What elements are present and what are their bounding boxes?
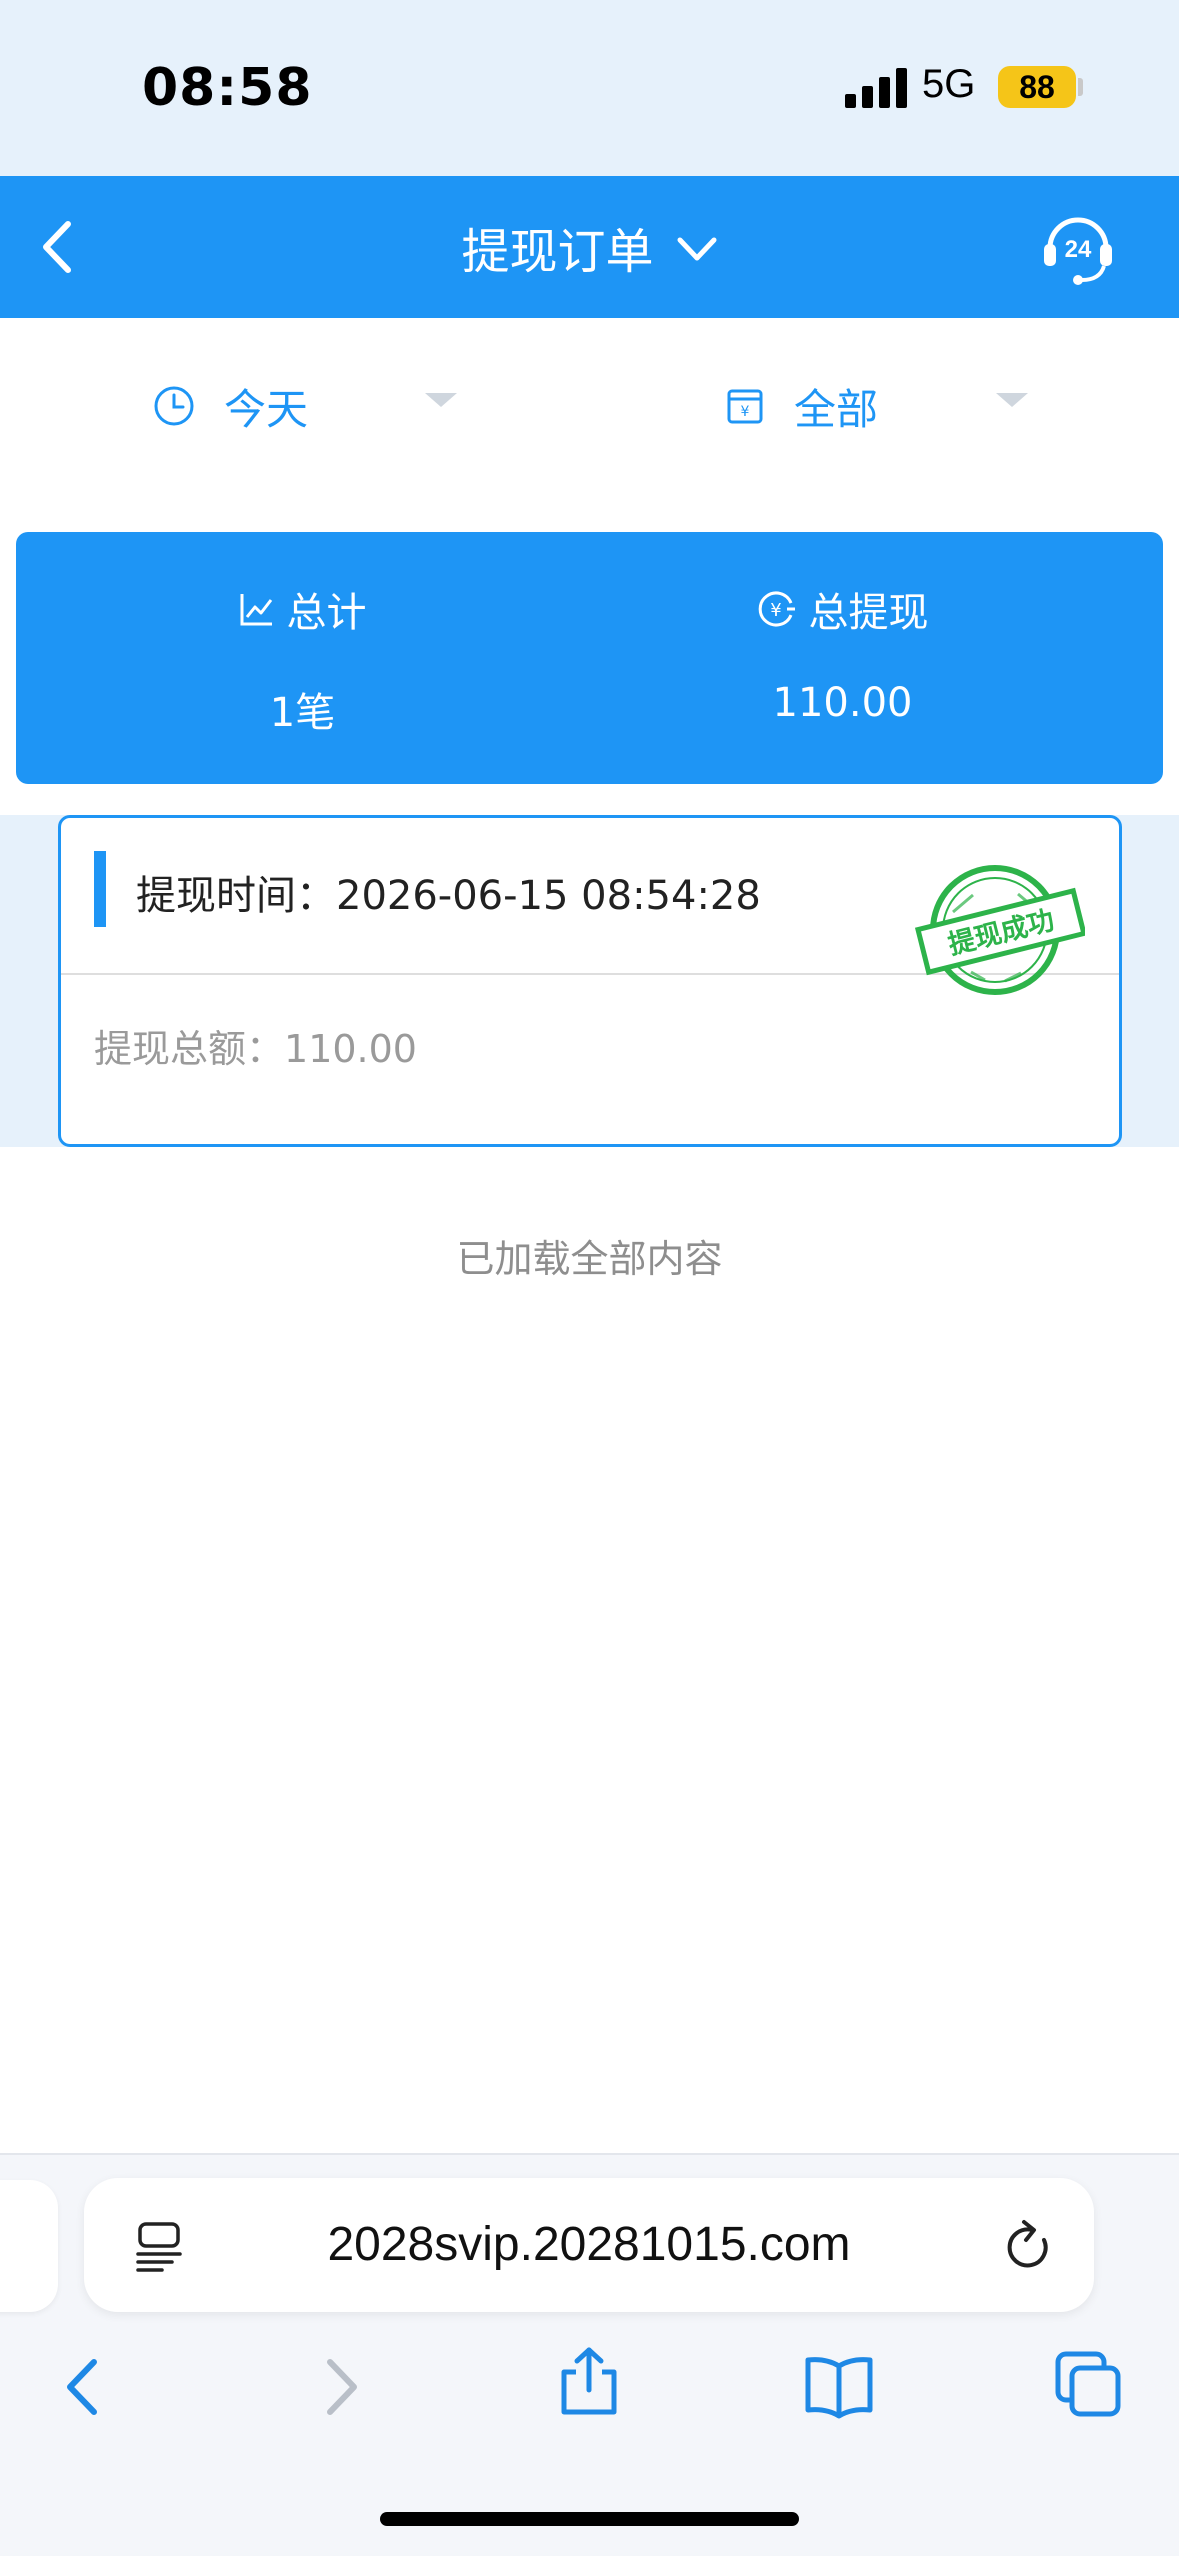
address-bar[interactable]: 2028svip.20281015.com — [84, 2178, 1094, 2312]
battery-icon: 88 — [998, 66, 1076, 108]
back-icon[interactable] — [50, 2352, 120, 2422]
order-amount: 提现总额：110.00 — [94, 1027, 417, 1071]
share-icon[interactable] — [554, 2346, 624, 2416]
summary-count: 总计 1笔 — [16, 532, 589, 784]
url-text[interactable]: 2028svip.20281015.com — [84, 2178, 1094, 2312]
yuan-circle-icon: ¥ — [758, 591, 795, 627]
line-chart-icon — [240, 594, 272, 626]
cellular-signal-icon — [845, 68, 907, 108]
date-filter[interactable]: 今天 — [152, 366, 308, 446]
calendar-icon: ¥ — [727, 389, 763, 424]
title-dropdown[interactable]: 提现订单 — [0, 176, 1179, 318]
type-filter-label: 全部 — [794, 384, 879, 434]
support-badge: 24 — [1065, 236, 1092, 263]
date-filter-caret-icon[interactable] — [425, 393, 457, 407]
network-type: 5G — [922, 62, 976, 106]
page-menu-icon[interactable] — [134, 2220, 184, 2272]
battery-tip — [1078, 78, 1083, 96]
summary-total: ¥ 总提现 110.00 — [556, 532, 1129, 784]
page-title: 提现订单 — [461, 224, 654, 280]
home-indicator — [380, 2512, 799, 2526]
success-stamp-icon: 提现成功 — [914, 865, 1085, 995]
type-filter[interactable]: ¥ 全部 — [724, 366, 878, 446]
status-time: 08:58 — [142, 58, 313, 118]
summary-card: 总计 1笔 ¥ 总提现 110.00 — [16, 532, 1163, 784]
chevron-down-icon — [677, 237, 716, 261]
previous-tab-preview[interactable] — [0, 2180, 58, 2312]
svg-text:¥: ¥ — [741, 404, 750, 420]
reload-icon[interactable] — [1002, 2218, 1056, 2274]
headset-24-icon[interactable]: 24 — [1040, 210, 1116, 286]
tabs-icon[interactable] — [1054, 2350, 1124, 2420]
clock-icon — [154, 386, 194, 426]
order-time: 提现时间：2026-06-15 08:54:28 — [136, 873, 761, 919]
svg-text:¥: ¥ — [770, 600, 781, 621]
card-accent-bar — [94, 851, 106, 927]
summary-count-label: 总计 — [286, 590, 367, 636]
type-filter-caret-icon[interactable] — [996, 393, 1028, 407]
summary-total-value: 110.00 — [772, 680, 913, 726]
forward-icon[interactable] — [304, 2352, 374, 2422]
date-filter-label: 今天 — [224, 384, 309, 434]
order-card[interactable]: 提现时间：2026-06-15 08:54:28 提现总额：110.00 提现成… — [58, 815, 1122, 1147]
bookmarks-icon[interactable] — [804, 2352, 874, 2422]
summary-count-value: 1笔 — [269, 690, 336, 736]
list-end-message: 已加载全部内容 — [456, 1237, 723, 1281]
summary-total-label: 总提现 — [808, 590, 929, 636]
